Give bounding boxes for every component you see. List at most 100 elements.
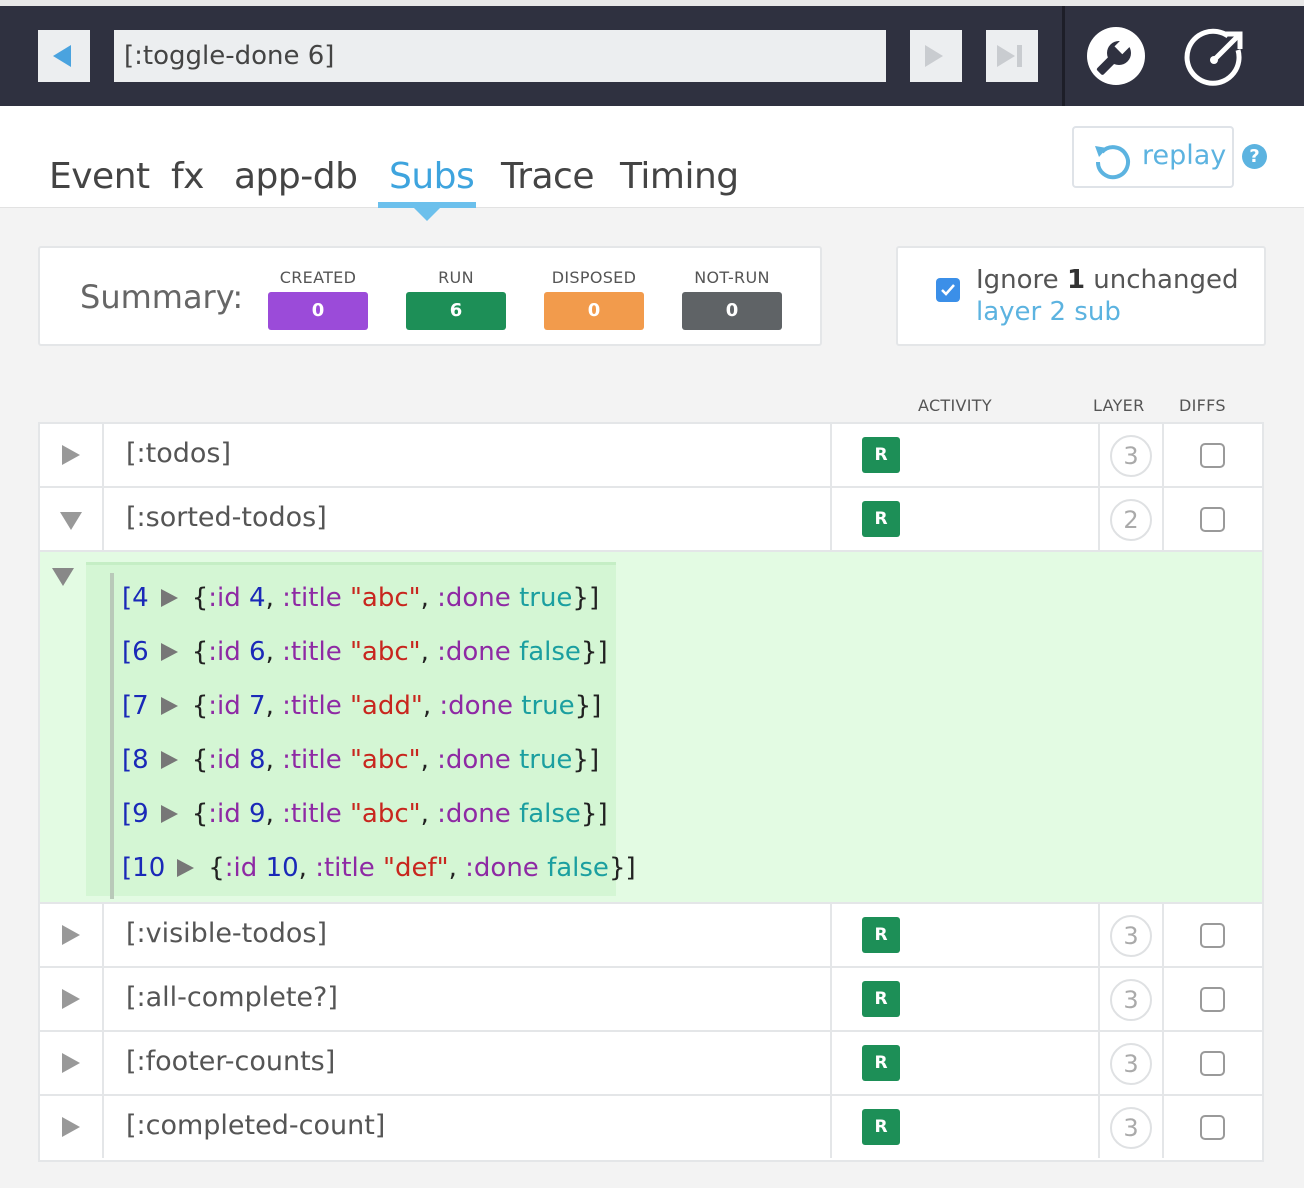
diff-checkbox[interactable] [1200, 507, 1225, 532]
replay-icon [1095, 145, 1130, 180]
ignore-prefix: Ignore [976, 265, 1059, 295]
close-token: }] [574, 691, 602, 721]
brace-token: { [191, 691, 209, 721]
expand-toggle[interactable] [40, 1032, 104, 1094]
sub-name: [:sorted-todos] [126, 502, 327, 533]
previous-event-button[interactable] [38, 30, 90, 82]
brace-token: { [191, 637, 209, 667]
title-value: "abc" [349, 637, 421, 667]
keyword-token: :title [282, 799, 342, 829]
expand-triangle-icon[interactable] [160, 697, 178, 715]
comma-token: , [265, 691, 283, 721]
ignore-count: 1 [1066, 265, 1086, 295]
done-value: true [519, 583, 573, 613]
bracket-token: [ [122, 637, 133, 667]
run-badge: R [862, 981, 900, 1017]
layer-2-sub-link[interactable]: layer 2 sub [976, 297, 1121, 327]
index-token: 9 [132, 799, 149, 829]
value-line: [6 {:id 6, :title "abc", :done false}] [122, 637, 608, 667]
summary-panel: Summary: CREATED 0 RUN 6 DISPOSED 0 NOT-… [38, 246, 822, 346]
layer-number: 2 [1110, 499, 1152, 541]
collapse-value-icon[interactable] [52, 568, 74, 586]
value-line: [9 {:id 9, :title "abc", :done false}] [122, 799, 608, 829]
brace-token: { [191, 799, 209, 829]
id-value: 7 [249, 691, 266, 721]
stat-badge: 0 [682, 292, 782, 330]
sub-name: [:todos] [126, 438, 231, 469]
triangle-down-icon [60, 512, 82, 530]
diff-checkbox[interactable] [1200, 987, 1225, 1012]
close-token: }] [580, 799, 608, 829]
bracket-token: [ [122, 799, 133, 829]
keyword-token: :id [208, 745, 241, 775]
replay-button[interactable]: replay [1072, 126, 1234, 188]
expand-toggle[interactable] [40, 424, 104, 486]
tab-fx[interactable]: fx [171, 156, 204, 197]
stat-not-run: NOT-RUN 0 [682, 268, 782, 330]
active-tab-caret [414, 208, 440, 221]
id-value: 4 [249, 583, 266, 613]
nesting-bar [110, 573, 114, 899]
sub-name: [:footer-counts] [126, 1046, 336, 1077]
expand-triangle-icon[interactable] [160, 751, 178, 769]
expand-toggle[interactable] [40, 904, 104, 966]
diff-checkbox[interactable] [1200, 1115, 1225, 1140]
done-value: false [519, 799, 581, 829]
expand-toggle[interactable] [40, 488, 104, 550]
next-event-button[interactable] [910, 30, 962, 82]
forward-arrow-icon [925, 45, 943, 67]
ignore-unchanged-checkbox[interactable] [936, 278, 960, 302]
toolbar-divider [1062, 6, 1065, 106]
stat-title: DISPOSED [551, 268, 637, 287]
expand-triangle-icon[interactable] [160, 805, 178, 823]
value-viewer: [4 {:id 4, :title "abc", :done true}] [6 {:… [86, 562, 636, 899]
settings-button[interactable] [1084, 24, 1148, 88]
check-icon [941, 284, 955, 296]
comma-token: , [420, 799, 438, 829]
keyword-token: :id [224, 853, 258, 883]
skip-to-end-icon [997, 45, 1022, 67]
title-value: "abc" [349, 583, 421, 613]
event-input[interactable] [114, 30, 886, 82]
table-row: [:all-complete?] R 3 [40, 968, 1262, 1032]
tab-app-db[interactable]: app-db [234, 156, 358, 197]
comma-token: , [265, 799, 283, 829]
layer-number: 3 [1110, 1107, 1152, 1149]
expand-triangle-icon[interactable] [177, 859, 195, 877]
brace-token: { [191, 583, 209, 613]
tab-event[interactable]: Event [49, 156, 150, 197]
diff-checkbox[interactable] [1200, 443, 1225, 468]
sub-name: [:completed-count] [126, 1110, 386, 1141]
layer-number: 3 [1110, 979, 1152, 1021]
run-badge: R [862, 1109, 900, 1145]
diff-checkbox[interactable] [1200, 1051, 1225, 1076]
keyword-token: :id [208, 583, 241, 613]
sub-name: [:all-complete?] [126, 982, 338, 1013]
expand-triangle-icon[interactable] [160, 589, 178, 607]
value-line: [7 {:id 7, :title "add", :done true}] [122, 691, 601, 721]
run-badge: R [862, 501, 900, 537]
stat-title: RUN [438, 268, 474, 287]
tab-timing[interactable]: Timing [620, 156, 739, 197]
keyword-token: :id [208, 691, 241, 721]
latest-event-button[interactable] [986, 30, 1038, 82]
popout-button[interactable] [1184, 24, 1248, 88]
index-token: 10 [132, 853, 166, 883]
tab-subs[interactable]: Subs [389, 156, 475, 197]
expand-toggle[interactable] [40, 1096, 104, 1158]
run-badge: R [862, 917, 900, 953]
summary-label: Summary: [80, 278, 244, 316]
expand-triangle-icon[interactable] [160, 643, 178, 661]
bracket-token: [ [122, 853, 133, 883]
tab-trace[interactable]: Trace [501, 156, 595, 197]
expand-toggle[interactable] [40, 968, 104, 1030]
keyword-token: :id [208, 637, 241, 667]
back-arrow-icon [53, 45, 71, 67]
diff-checkbox[interactable] [1200, 923, 1225, 948]
ignore-unchanged-text: Ignore 1 unchanged layer 2 sub [976, 264, 1238, 328]
keyword-token: :title [282, 637, 342, 667]
layer-number: 3 [1110, 915, 1152, 957]
done-value: true [519, 745, 573, 775]
help-icon[interactable]: ? [1242, 144, 1267, 169]
value-line: [8 {:id 8, :title "abc", :done true}] [122, 745, 599, 775]
